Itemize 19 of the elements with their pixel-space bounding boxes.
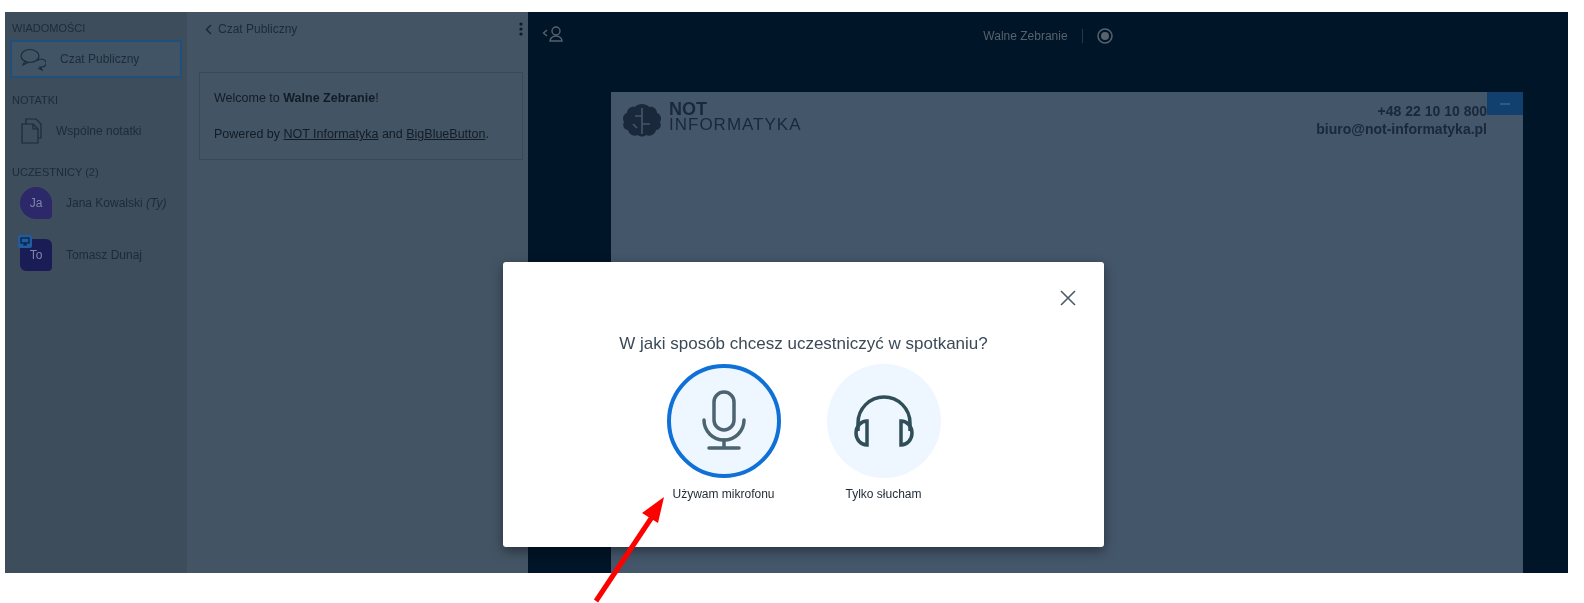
- microphone-icon: [700, 390, 747, 452]
- welcome-text: Welcome to Walne Zebranie!: [214, 90, 380, 107]
- documents-icon: [20, 118, 42, 144]
- minus-icon: [1500, 102, 1510, 105]
- presenter-icon: [18, 235, 32, 248]
- avatar: Ja: [20, 187, 52, 219]
- record-icon[interactable]: [1096, 28, 1113, 44]
- dialog-question: W jaki sposób chcesz uczestniczyć w spotkaniu?: [619, 334, 988, 354]
- meeting-title: Walne Zebranie: [983, 29, 1083, 43]
- powered-by-text: Powered by NOT Informatyka and BigBlueButton.: [214, 126, 490, 143]
- link[interactable]: NOT Informatyka: [283, 127, 379, 141]
- chat-bubbles-icon: [20, 47, 46, 71]
- more-options-icon[interactable]: [519, 22, 523, 36]
- audio-option[interactable]: Używam mikrofonu: [665, 364, 782, 501]
- close-button[interactable]: [1060, 290, 1076, 306]
- toggle-users-button[interactable]: [542, 26, 564, 42]
- headphones-icon: [852, 395, 915, 447]
- back-chevron-icon[interactable]: [205, 23, 212, 35]
- audio-option[interactable]: Tylko słucham: [825, 364, 942, 501]
